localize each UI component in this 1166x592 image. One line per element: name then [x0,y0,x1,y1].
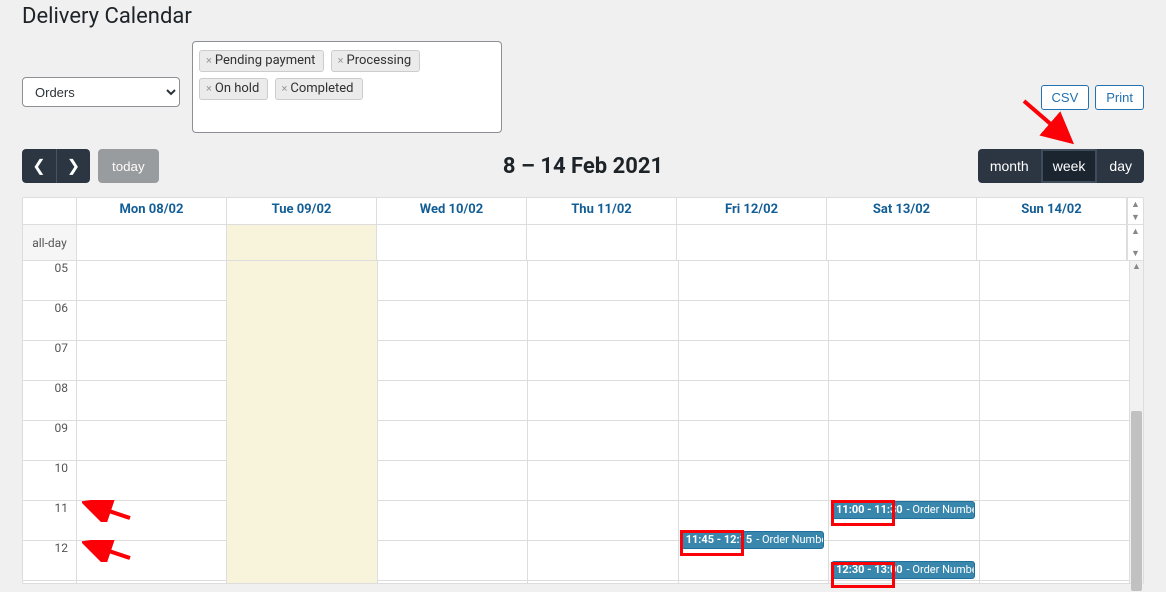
hour-label: 08 [23,381,76,421]
annotation-box [831,562,895,588]
remove-icon[interactable]: × [206,54,212,67]
allday-row: all-day ▲▼ [23,225,1143,261]
hour-label: 07 [23,341,76,381]
day-header[interactable]: Wed 10/02 [377,198,527,224]
next-button[interactable]: ❯ [56,149,90,183]
allday-scroll-hint: ▲▼ [1127,225,1143,260]
day-header[interactable]: Thu 11/02 [527,198,677,224]
allday-cell[interactable] [377,225,527,260]
status-tag[interactable]: ×On hold [199,78,268,100]
type-select-wrap: Orders [22,77,180,107]
calendar-header: Mon 08/02 Tue 09/02 Wed 10/02 Thu 11/02 … [23,198,1143,225]
day-column[interactable] [528,261,678,583]
day-column[interactable] [227,261,377,583]
day-header[interactable]: Tue 09/02 [227,198,377,224]
chevron-left-icon: ❮ [32,158,45,175]
remove-icon[interactable]: × [282,82,288,95]
print-button[interactable]: Print [1095,85,1144,110]
day-header[interactable]: Mon 08/02 [77,198,227,224]
allday-cell[interactable] [827,225,977,260]
status-tag[interactable]: ×Processing [331,50,421,72]
axis-header [23,198,77,224]
day-column[interactable]: 11:00 - 11:30- Order Number:12:30 - 13:0… [829,261,979,583]
status-filter-box[interactable]: ×Pending payment ×Processing ×On hold ×C… [192,41,502,133]
day-header[interactable]: Sun 14/02 [977,198,1127,224]
allday-cell[interactable] [77,225,227,260]
delivery-calendar-page: Delivery Calendar Orders ×Pending paymen… [0,0,1166,592]
header-scroll-hint: ▲▼ [1127,198,1143,224]
hour-label: 05 [23,261,76,301]
view-day-button[interactable]: day [1097,149,1144,183]
export-buttons: CSV Print [1041,85,1144,110]
hours-axis: 0506070809101112 [23,261,77,583]
hour-label: 09 [23,421,76,461]
page-title: Delivery Calendar [0,0,1166,29]
prev-button[interactable]: ❮ [22,149,56,183]
hour-label: 12 [23,541,76,581]
scroll-up-icon: ▲ [1130,261,1143,272]
remove-icon[interactable]: × [206,82,212,95]
calendar: Mon 08/02 Tue 09/02 Wed 10/02 Thu 11/02 … [22,197,1144,584]
status-tag[interactable]: ×Pending payment [199,50,324,72]
view-switch: month week day [978,149,1144,183]
hour-label [23,581,76,583]
grid-columns: 11:45 - 12:15- Order Number: 11:00 - 11:… [77,261,1129,583]
event-title: - Order Number: [756,533,824,546]
hour-label: 06 [23,301,76,341]
today-button[interactable]: today [98,149,159,183]
allday-cell[interactable] [677,225,827,260]
annotation-box [831,500,895,526]
allday-cell[interactable] [527,225,677,260]
time-grid[interactable]: 0506070809101112 11:45 - 12:15- Order Nu… [23,261,1129,583]
day-column[interactable] [378,261,528,583]
allday-cell[interactable] [977,225,1127,260]
status-tag[interactable]: ×Completed [275,78,363,100]
view-month-button[interactable]: month [978,149,1041,183]
event-title: - Order Number: [907,503,975,516]
hour-label: 10 [23,461,76,501]
day-column[interactable] [980,261,1129,583]
day-column[interactable] [77,261,227,583]
grid-body: 11:45 - 12:15- Order Number: 11:00 - 11:… [77,261,1129,583]
allday-cell[interactable] [227,225,377,260]
view-week-button[interactable]: week [1041,149,1098,183]
allday-label: all-day [23,225,77,260]
toolbar: Orders ×Pending payment ×Processing ×On … [0,29,1166,133]
annotation-box [680,530,744,556]
remove-icon[interactable]: × [338,54,344,67]
calendar-controls: ❮ ❯ today 8 – 14 Feb 2021 month week day [0,133,1166,183]
day-header[interactable]: Fri 12/02 [677,198,827,224]
type-select[interactable]: Orders [22,77,180,107]
calendar-grid: 0506070809101112 11:45 - 12:15- Order Nu… [23,261,1143,583]
nav-group: ❮ ❯ [22,149,90,183]
hour-label: 11 [23,501,76,541]
day-header[interactable]: Sat 13/02 [827,198,977,224]
vertical-scrollbar[interactable]: ▲ [1129,261,1143,583]
chevron-right-icon: ❯ [67,158,80,175]
csv-button[interactable]: CSV [1041,85,1090,110]
scrollbar-thumb[interactable] [1131,411,1142,591]
event-title: - Order Number: [907,563,975,576]
